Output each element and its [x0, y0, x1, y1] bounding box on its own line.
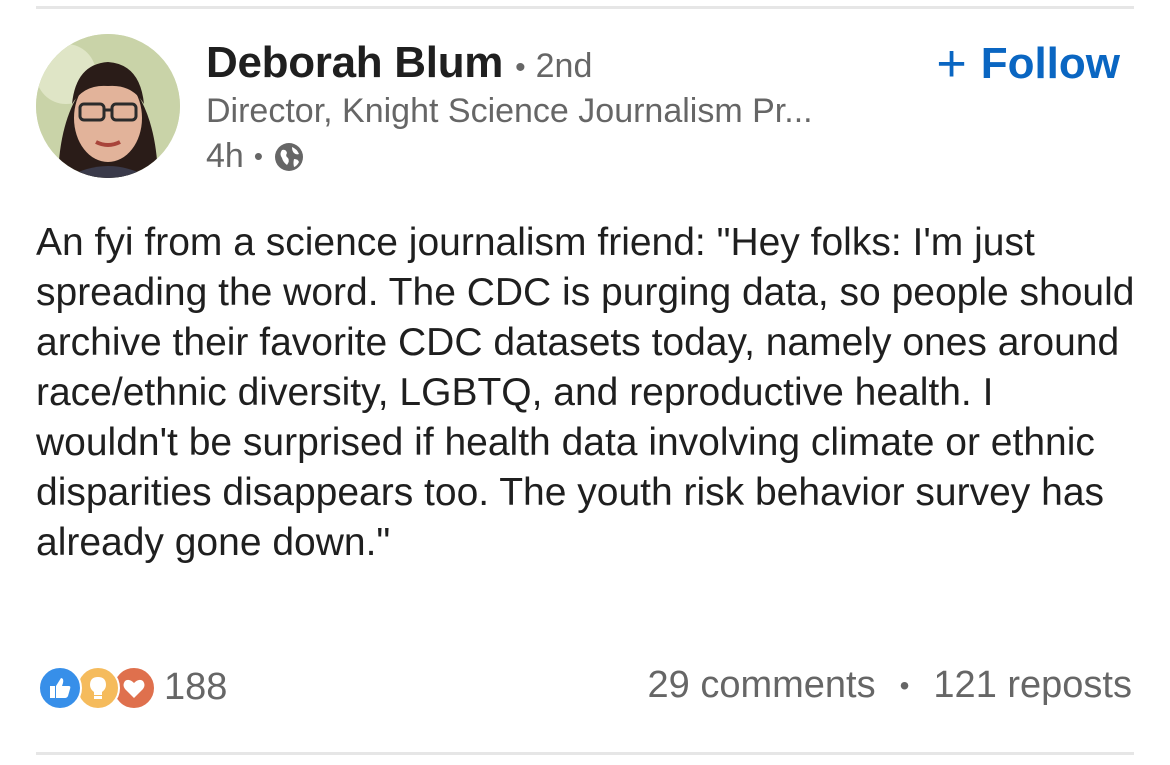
- post-text: An fyi from a science journalism friend:…: [36, 221, 1135, 564]
- author-name[interactable]: Deborah Blum: [206, 38, 503, 88]
- reposts-count[interactable]: 121 reposts: [933, 664, 1132, 707]
- comments-count[interactable]: 29 comments: [648, 664, 876, 707]
- plus-icon: +: [936, 35, 967, 93]
- reaction-icons: [38, 664, 158, 710]
- bullet-separator: •: [515, 51, 526, 84]
- author-line: Deborah Blum • 2nd: [206, 38, 592, 94]
- author-headline: Director, Knight Science Journalism Pr..…: [206, 92, 813, 130]
- follow-label: Follow: [980, 39, 1120, 88]
- bullet-separator: •: [899, 669, 910, 701]
- bottom-divider: [36, 752, 1134, 755]
- insightful-icon: [76, 666, 120, 710]
- avatar[interactable]: [36, 34, 180, 178]
- reaction-count: 188: [164, 665, 228, 708]
- post-time: 4h: [206, 137, 244, 175]
- reactions-summary[interactable]: 188: [38, 664, 227, 710]
- top-divider: [36, 6, 1134, 9]
- like-icon: [38, 666, 82, 710]
- engagement-summary: 29 comments • 121 reposts: [648, 664, 1132, 707]
- globe-icon: [273, 141, 305, 173]
- post-meta: 4h •: [206, 137, 305, 176]
- bullet-separator: •: [253, 141, 263, 171]
- follow-button[interactable]: + Follow: [936, 38, 1120, 90]
- connection-degree: 2nd: [535, 47, 593, 85]
